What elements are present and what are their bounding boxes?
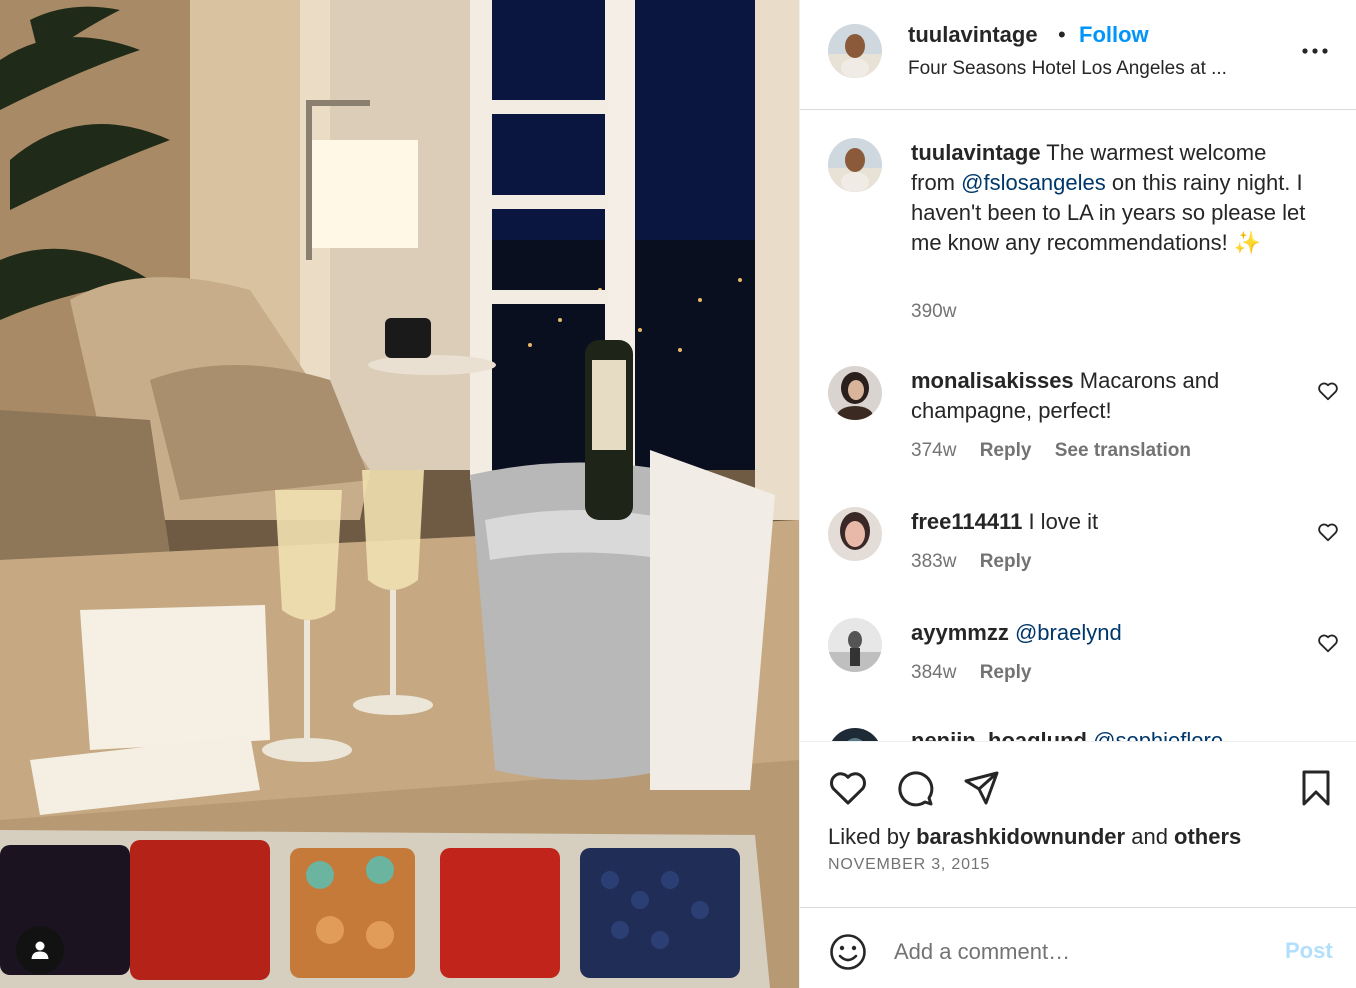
liked-by-others[interactable]: others — [1174, 824, 1241, 849]
comment-time[interactable]: 384w — [911, 662, 956, 683]
caption-mention[interactable]: @fslosangeles — [961, 170, 1106, 195]
comment-input[interactable] — [894, 934, 1264, 970]
caption-text: tuulavintage The warmest welcome from @f… — [911, 140, 1306, 255]
comment-meta: 374w Reply See translation — [911, 440, 1209, 462]
comment-text: nenjin_hoaglund @sophieflore — [911, 726, 1311, 741]
more-horizontal-icon[interactable] — [1300, 36, 1330, 66]
tagged-users-button[interactable] — [16, 926, 64, 974]
see-translation-button[interactable]: See translation — [1055, 440, 1191, 461]
caption-meta: 390w — [911, 301, 974, 323]
post-date[interactable]: NOVEMBER 3, 2015 — [828, 856, 990, 874]
author-avatar[interactable] — [828, 24, 882, 78]
liked-by-user[interactable]: barashkidownunder — [916, 824, 1125, 849]
comment-like-heart-icon[interactable] — [1317, 380, 1339, 402]
caption-time[interactable]: 390w — [911, 301, 956, 322]
caption-author-avatar[interactable] — [828, 138, 882, 192]
commenter-avatar[interactable] — [828, 366, 882, 420]
comment-text: free114411 I love it — [911, 509, 1099, 534]
comment-time[interactable]: 374w — [911, 440, 956, 461]
reply-button[interactable]: Reply — [980, 551, 1032, 572]
liked-by: Liked by barashkidownunder and others — [828, 824, 1242, 849]
commenter-avatar[interactable] — [828, 507, 882, 561]
commenter-avatar[interactable] — [828, 728, 882, 741]
commenter-avatar[interactable] — [828, 618, 882, 672]
comment-mention[interactable]: @sophieflore — [1093, 728, 1223, 741]
comment-time[interactable]: 383w — [911, 551, 956, 572]
follow-button[interactable]: Follow — [1079, 22, 1149, 48]
comment-username[interactable]: monalisakisses — [911, 368, 1074, 393]
share-send-icon[interactable] — [962, 768, 1002, 808]
post-photo[interactable] — [0, 0, 799, 988]
comment-like-heart-icon[interactable] — [1317, 632, 1339, 654]
add-comment-bar: Post — [800, 908, 1356, 988]
comment-meta: 383w Reply — [911, 551, 1049, 573]
person-icon — [31, 941, 49, 959]
author-username[interactable]: tuulavintage — [908, 22, 1038, 48]
comment-username[interactable]: free114411 — [911, 509, 1022, 534]
post-side-panel: tuulavintage • Follow Four Seasons Hotel… — [799, 0, 1356, 988]
comment-username[interactable]: ayymmzz — [911, 620, 1009, 645]
location-link[interactable]: Four Seasons Hotel Los Angeles at ... — [908, 58, 1227, 80]
like-heart-icon[interactable] — [828, 768, 868, 808]
emoji-icon[interactable] — [828, 932, 868, 972]
comment-text: monalisakisses Macarons and champagne, p… — [911, 368, 1220, 423]
post-header: tuulavintage • Follow Four Seasons Hotel… — [800, 0, 1356, 110]
comment-meta: 384w Reply — [911, 662, 1049, 684]
comment-mention[interactable]: @braelynd — [1015, 620, 1122, 645]
caption-username[interactable]: tuulavintage — [911, 140, 1041, 165]
save-bookmark-icon[interactable] — [1296, 768, 1336, 808]
comment-bubble-icon[interactable] — [895, 768, 935, 808]
comment-like-heart-icon[interactable] — [1317, 521, 1339, 543]
reply-button[interactable]: Reply — [980, 440, 1032, 461]
reply-button[interactable]: Reply — [980, 662, 1032, 683]
comment-text: ayymmzz @braelynd — [911, 618, 1311, 648]
comment-username[interactable]: nenjin_hoaglund — [911, 728, 1087, 741]
post-actions: Liked by barashkidownunder and others NO… — [800, 741, 1356, 908]
post-image — [0, 0, 799, 988]
comments-list[interactable]: tuulavintage The warmest welcome from @f… — [800, 111, 1356, 741]
separator-dot: • — [1058, 22, 1066, 47]
post-button[interactable]: Post — [1285, 938, 1333, 964]
